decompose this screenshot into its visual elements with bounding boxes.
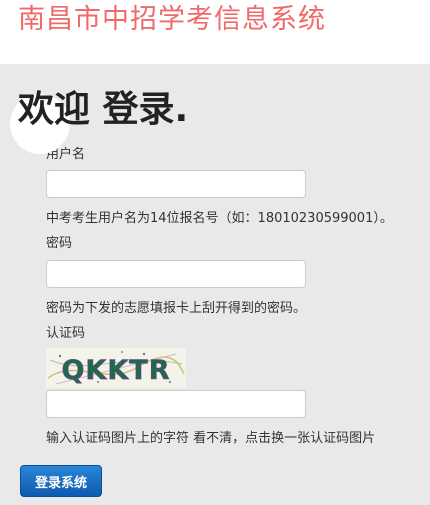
welcome-heading: 欢迎 登录. [18, 89, 189, 130]
captcha-help-text: 输入认证码图片上的字符 看不清，点击换一张认证码图片 [46, 431, 376, 446]
login-button[interactable]: 登录系统 [20, 465, 102, 497]
captcha-input[interactable] [46, 390, 306, 418]
username-help-text: 中考考生用户名为14位报名号（如：18010230599001）。 [46, 211, 393, 226]
password-help-text: 密码为下发的志愿填报卡上刮开得到的密码。 [46, 301, 307, 316]
captcha-label: 认证码 [46, 326, 86, 341]
password-label: 密码 [46, 236, 73, 251]
captcha-text: QKKTR [61, 355, 170, 386]
site-title: 南昌市中招学考信息系统 [18, 4, 326, 35]
captcha-image[interactable]: QKKTR [46, 348, 186, 388]
username-input[interactable] [46, 170, 306, 198]
login-page: 南昌市中招学考信息系统 欢迎 登录. 用户名 中考考生用户名为14位报名号（如：… [0, 0, 430, 505]
password-input[interactable] [46, 260, 306, 288]
